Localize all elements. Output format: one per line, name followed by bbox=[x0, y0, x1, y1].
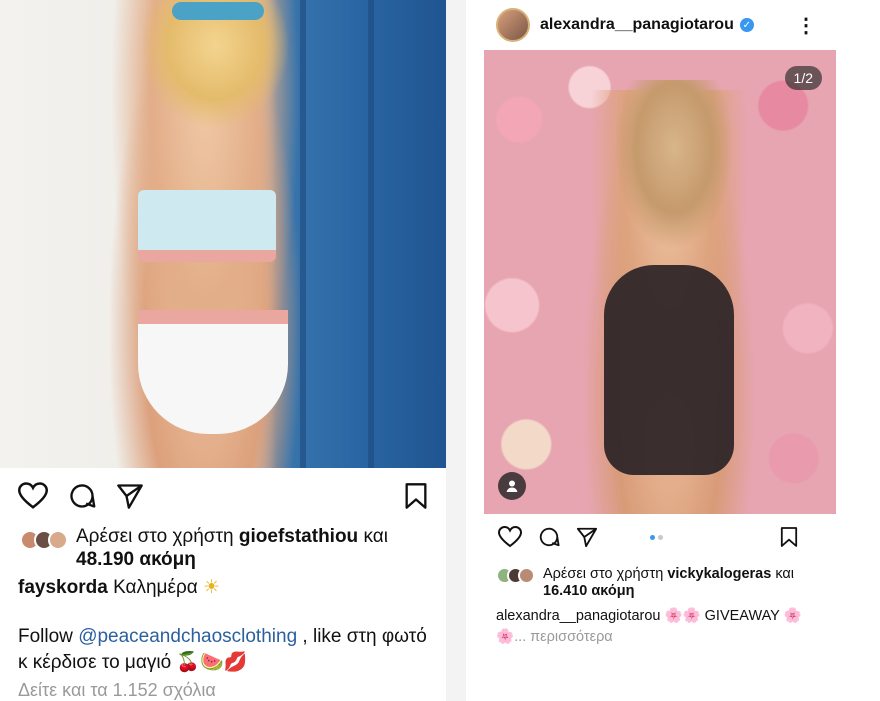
verified-badge-icon: ✓ bbox=[739, 18, 754, 32]
fruit-emojis: 🍒🍉💋 bbox=[176, 650, 248, 673]
share-icon[interactable] bbox=[116, 482, 144, 510]
right-action-bar bbox=[498, 526, 798, 548]
bookmark-icon[interactable] bbox=[780, 526, 798, 548]
bookmark-icon[interactable] bbox=[404, 482, 428, 510]
left-action-bar bbox=[18, 482, 428, 510]
door-plank bbox=[300, 0, 306, 468]
right-post: alexandra__panagiotarou ✓ ⋮ 1/2 Αρέσει σ… bbox=[466, 0, 880, 701]
liker-username[interactable]: gioefstathiou bbox=[239, 526, 358, 547]
caption-text: GIVEAWAY bbox=[704, 608, 780, 624]
liker-avatars bbox=[20, 530, 68, 550]
liker-username[interactable]: vickykalogeras bbox=[667, 566, 771, 582]
carousel-indicator bbox=[650, 535, 666, 540]
caption-username[interactable]: alexandra__panagiotarou bbox=[496, 608, 660, 624]
heart-icon[interactable] bbox=[498, 526, 522, 548]
post-caption: fayskorda Καλημέρα ☀ bbox=[18, 576, 220, 599]
door-plank bbox=[368, 0, 374, 468]
right-post-photo[interactable]: 1/2 bbox=[484, 50, 836, 514]
left-post: Αρέσει στο χρήστη gioefstathiou και 48.1… bbox=[0, 0, 446, 701]
comment-icon[interactable] bbox=[538, 526, 560, 548]
image-counter-badge: 1/2 bbox=[784, 66, 822, 90]
promo-text: Follow @peaceandchaosclothing , like στη… bbox=[18, 624, 428, 675]
headband bbox=[172, 2, 264, 20]
likes-connector: και bbox=[775, 566, 795, 582]
brand-mention-link[interactable]: @peaceandchaosclothing bbox=[78, 626, 297, 647]
header-username[interactable]: alexandra__panagiotarou bbox=[540, 16, 734, 34]
swim-bottom bbox=[138, 310, 288, 434]
sun-emoji: ☀ bbox=[203, 576, 221, 598]
caption-text: Καλημέρα bbox=[113, 577, 198, 598]
tagged-user-icon[interactable] bbox=[498, 472, 526, 500]
view-comments-link[interactable]: Δείτε και τα 1.152 σχόλια bbox=[18, 680, 216, 701]
more-options-icon[interactable]: ⋮ bbox=[796, 13, 816, 38]
avatar bbox=[518, 567, 535, 584]
carousel-dot-active bbox=[650, 535, 655, 540]
share-icon[interactable] bbox=[576, 526, 598, 548]
likes-count[interactable]: 48.190 ακόμη bbox=[76, 549, 196, 570]
flower-emoji: 🌸 bbox=[496, 629, 515, 646]
liker-avatars bbox=[496, 567, 535, 584]
flower-emojis: 🌸🌸 bbox=[664, 608, 701, 624]
swim-top bbox=[138, 190, 276, 262]
avatar bbox=[48, 530, 68, 550]
heart-icon[interactable] bbox=[18, 482, 48, 510]
left-post-photo[interactable] bbox=[0, 0, 446, 468]
more-link[interactable]: ... περισσότερα bbox=[514, 629, 613, 645]
hair bbox=[614, 80, 734, 250]
likes-prefix: Αρέσει στο χρήστη bbox=[543, 566, 664, 582]
likes-count[interactable]: 16.410 ακόμη bbox=[543, 583, 634, 599]
lingerie bbox=[604, 265, 734, 475]
flower-emoji: 🌸 bbox=[783, 608, 802, 624]
carousel-dot bbox=[658, 535, 663, 540]
profile-avatar[interactable] bbox=[496, 8, 530, 42]
likes-summary[interactable]: Αρέσει στο χρήστη gioefstathiou και 48.1… bbox=[20, 526, 430, 572]
comment-icon[interactable] bbox=[68, 482, 96, 510]
caption-username[interactable]: fayskorda bbox=[18, 577, 108, 598]
likes-prefix: Αρέσει στο χρήστη bbox=[76, 526, 234, 547]
post-header: alexandra__panagiotarou ✓ ⋮ bbox=[496, 8, 816, 42]
likes-summary[interactable]: Αρέσει στο χρήστη vickykalogeras και 16.… bbox=[496, 566, 836, 601]
post-caption: alexandra__panagiotarou 🌸🌸 GIVEAWAY 🌸 🌸.… bbox=[496, 606, 856, 648]
promo-lead: Follow bbox=[18, 626, 73, 647]
likes-connector: και bbox=[363, 526, 388, 547]
